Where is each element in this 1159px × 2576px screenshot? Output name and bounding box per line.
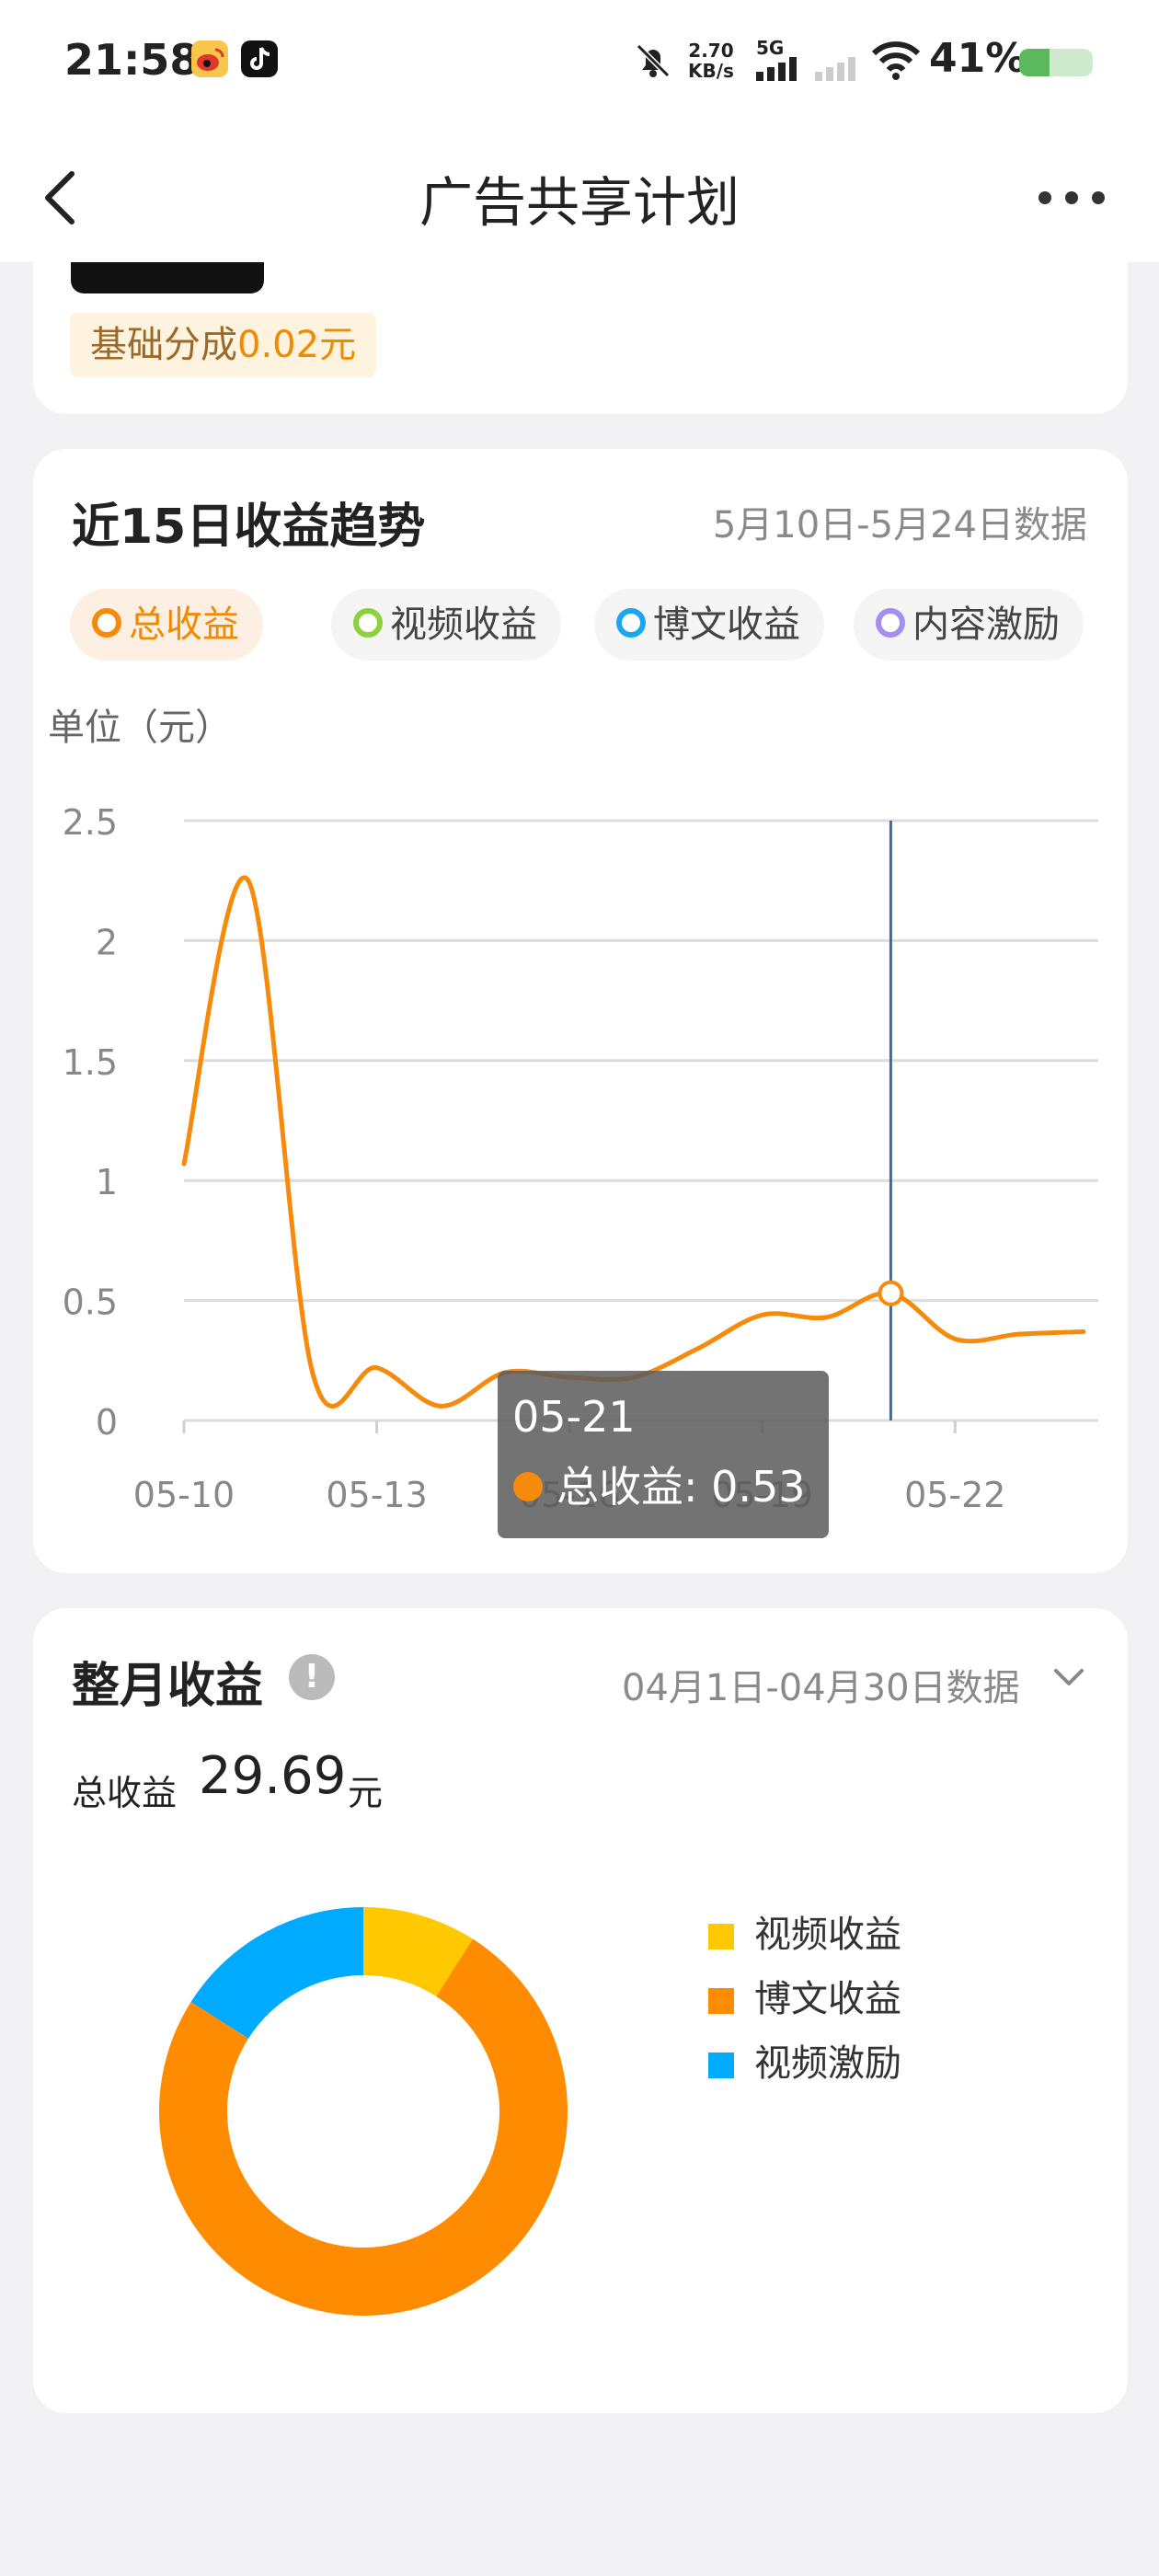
y-tick-label: 2.5 bbox=[63, 802, 118, 843]
chip-dot-icon bbox=[353, 608, 383, 638]
trend-line-chart[interactable]: 00.511.522.505-1005-1305-1605-1905-2205-… bbox=[33, 773, 1128, 1546]
chip-label: 总收益 bbox=[129, 604, 239, 646]
network-speed-value: 2.70 bbox=[688, 40, 734, 62]
x-tick-label: 05-22 bbox=[904, 1475, 1005, 1515]
series-line bbox=[181, 875, 1084, 1409]
data-point bbox=[246, 878, 251, 883]
signal-icon-secondary bbox=[815, 57, 855, 81]
monthly-donut-chart bbox=[159, 1907, 568, 2316]
tiktok-app-icon bbox=[241, 40, 278, 77]
data-point bbox=[438, 1403, 443, 1409]
signal-icon bbox=[756, 57, 797, 81]
unit-label: 单位（元） bbox=[48, 707, 232, 749]
y-tick-label: 0.5 bbox=[63, 1282, 118, 1323]
data-point bbox=[1016, 1331, 1022, 1337]
legend-label: 视频激励 bbox=[754, 2042, 901, 2085]
legend-swatch bbox=[708, 1924, 734, 1949]
mute-bell-icon bbox=[636, 43, 671, 78]
base-share-label: 基础分成 bbox=[90, 324, 237, 366]
x-tick-label: 05-10 bbox=[133, 1475, 235, 1515]
legend-label: 视频收益 bbox=[754, 1914, 901, 1956]
battery-icon bbox=[1019, 49, 1093, 76]
chip-label: 视频收益 bbox=[390, 604, 537, 646]
data-point bbox=[181, 1161, 187, 1167]
y-tick-label: 0 bbox=[96, 1402, 118, 1443]
battery-level-fill bbox=[1019, 49, 1050, 76]
tooltip-date: 05-21 bbox=[512, 1392, 636, 1442]
data-point bbox=[760, 1312, 765, 1317]
chip-dot-icon bbox=[616, 608, 646, 638]
filter-chip-total[interactable]: 总收益 bbox=[70, 589, 263, 661]
y-tick-label: 1.5 bbox=[63, 1042, 118, 1083]
total-income-label: 总收益 bbox=[72, 1773, 178, 1813]
tooltip-series-dot bbox=[513, 1472, 543, 1501]
base-share-value: 0.02元 bbox=[237, 324, 357, 366]
legend-label: 博文收益 bbox=[754, 1978, 901, 2020]
trend-title: 近15日收益趋势 bbox=[72, 500, 426, 555]
back-arrow-icon[interactable] bbox=[37, 161, 92, 235]
data-point bbox=[824, 1315, 830, 1320]
monthly-date-range[interactable]: 04月1日-04月30日数据 bbox=[622, 1658, 1020, 1711]
x-tick-label: 05-13 bbox=[326, 1475, 427, 1515]
chevron-down-icon[interactable] bbox=[1049, 1656, 1089, 1696]
legend-swatch bbox=[708, 1988, 734, 2014]
info-icon[interactable]: ! bbox=[289, 1654, 335, 1700]
chip-label: 博文收益 bbox=[653, 604, 800, 646]
y-tick-label: 1 bbox=[96, 1162, 118, 1202]
network-type: 5G bbox=[756, 37, 785, 59]
more-options-icon[interactable] bbox=[1030, 170, 1113, 225]
battery-percent: 41% bbox=[929, 35, 1027, 82]
base-share-badge: 基础分成0.02元 bbox=[70, 313, 377, 377]
page-title: 广告共享计划 bbox=[419, 171, 740, 234]
highlighted-point bbox=[878, 1280, 904, 1306]
wifi-icon bbox=[871, 41, 921, 80]
status-bar: 21:58 2.70 KB/s 5G 41% bbox=[0, 0, 1159, 124]
total-income-unit: 元 bbox=[348, 1773, 384, 1813]
legend-item-blog: 博文收益 bbox=[708, 1969, 901, 2022]
filter-chip-blog[interactable]: 博文收益 bbox=[594, 589, 824, 661]
trend-date-range: 5月10日-5月24日数据 bbox=[712, 504, 1087, 546]
video-thumbnail[interactable] bbox=[71, 262, 264, 293]
chip-dot-icon bbox=[92, 608, 121, 638]
legend-item-incentive: 视频激励 bbox=[708, 2033, 901, 2087]
weibo-app-icon bbox=[191, 40, 228, 77]
data-point bbox=[310, 1370, 316, 1375]
data-point bbox=[952, 1336, 958, 1341]
data-point bbox=[374, 1365, 380, 1371]
chip-label: 内容激励 bbox=[912, 604, 1060, 646]
legend-swatch bbox=[708, 2053, 734, 2078]
status-time: 21:58 bbox=[64, 35, 200, 85]
network-speed: 2.70 KB/s bbox=[688, 40, 734, 81]
monthly-title: 整月收益 bbox=[72, 1659, 264, 1714]
y-tick-label: 2 bbox=[96, 922, 118, 962]
filter-chip-video[interactable]: 视频收益 bbox=[331, 589, 561, 661]
data-point bbox=[695, 1346, 701, 1351]
data-point bbox=[1081, 1329, 1086, 1335]
chip-dot-icon bbox=[876, 608, 905, 638]
filter-chip-content[interactable]: 内容激励 bbox=[854, 589, 1084, 661]
legend-item-video: 视频收益 bbox=[708, 1904, 901, 1958]
network-speed-unit: KB/s bbox=[688, 60, 734, 82]
total-income-value: 29.69 bbox=[199, 1746, 347, 1806]
tooltip-value: 总收益: 0.53 bbox=[557, 1462, 806, 1512]
